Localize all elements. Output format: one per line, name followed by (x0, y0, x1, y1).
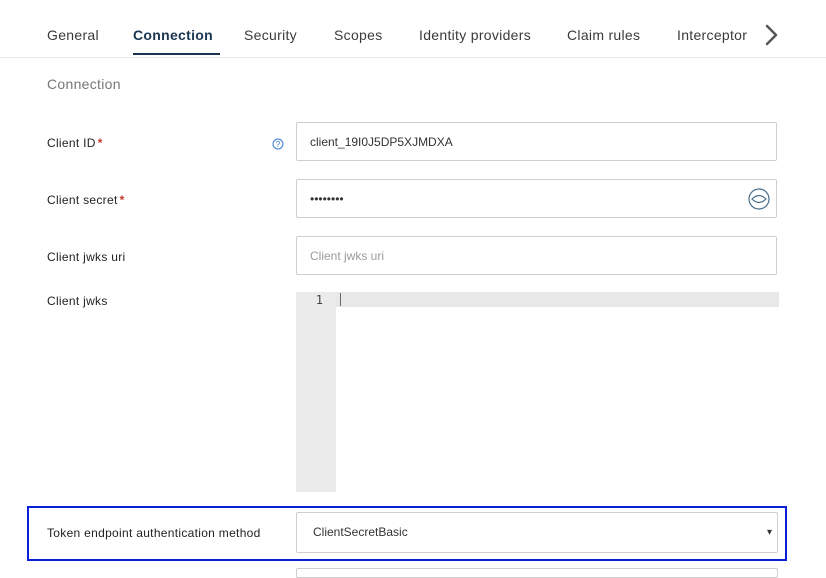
client-jwks-uri-label: Client jwks uri (47, 250, 126, 264)
client-id-input[interactable]: client_19I0J5DP5XJMDXA (296, 122, 777, 161)
client-secret-label: Client secret * (47, 193, 125, 207)
eye-icon[interactable] (748, 188, 770, 210)
client-jwks-label: Client jwks (47, 294, 108, 308)
client-jwks-uri-input[interactable]: Client jwks uri (296, 236, 777, 275)
editor-cursor (340, 293, 341, 306)
section-title: Connection (47, 76, 121, 92)
active-tab-indicator (133, 53, 220, 55)
token-auth-method-select[interactable]: ClientSecretBasic ▾ (296, 512, 778, 553)
tab-interceptor[interactable]: Interceptor (677, 27, 747, 43)
client-id-label: Client ID * (47, 136, 103, 150)
token-auth-method-label: Token endpoint authentication method (47, 526, 261, 540)
svg-text:?: ? (276, 140, 281, 149)
tab-claim-rules[interactable]: Claim rules (567, 27, 640, 43)
tab-connection[interactable]: Connection (133, 27, 213, 43)
chevron-down-icon: ▾ (766, 527, 772, 538)
required-mark: * (97, 136, 103, 150)
tab-security[interactable]: Security (244, 27, 297, 43)
chevron-right-icon[interactable] (761, 22, 783, 48)
next-field[interactable] (296, 568, 778, 578)
client-secret-input[interactable]: •••••••• (296, 179, 777, 218)
line-number: 1 (315, 293, 323, 307)
client-id-label-text: Client ID (47, 136, 96, 150)
tab-general[interactable]: General (47, 27, 99, 43)
client-jwks-editor[interactable]: 1 (296, 292, 779, 492)
tab-identity-providers[interactable]: Identity providers (419, 27, 531, 43)
tab-bar: General Connection Security Scopes Ident… (0, 0, 826, 58)
question-circle-icon[interactable]: ? (272, 137, 284, 150)
editor-active-line[interactable] (336, 292, 779, 307)
required-mark: * (119, 193, 125, 207)
tab-scopes[interactable]: Scopes (334, 27, 383, 43)
client-secret-label-text: Client secret (47, 193, 118, 207)
editor-gutter: 1 (296, 292, 336, 492)
token-auth-method-value: ClientSecretBasic (313, 525, 408, 539)
